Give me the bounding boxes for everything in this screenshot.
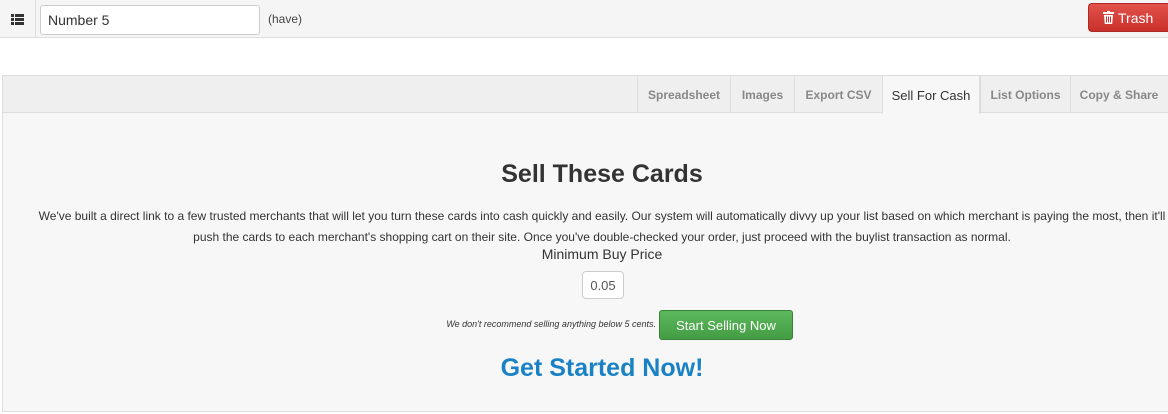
sell-description-line-2: push the cards to each merchant's shoppi… <box>193 230 1011 244</box>
get-started-link[interactable]: Get Started Now! <box>3 354 1168 383</box>
trash-button[interactable]: Trash <box>1088 3 1168 32</box>
list-panel: Spreadsheet Images Export CSV Sell For C… <box>2 75 1168 412</box>
start-selling-button[interactable]: Start Selling Now <box>659 310 793 340</box>
list-toggle-button[interactable] <box>0 0 36 38</box>
tab-bar: Spreadsheet Images Export CSV Sell For C… <box>3 76 1168 114</box>
list-name-input[interactable] <box>40 5 260 35</box>
tab-spreadsheet[interactable]: Spreadsheet <box>637 76 730 113</box>
minimum-price-note: We don't recommend selling anything belo… <box>446 319 656 329</box>
tab-sell-for-cash[interactable]: Sell For Cash <box>882 76 980 114</box>
minimum-buy-price-label: Minimum Buy Price <box>541 246 663 262</box>
top-toolbar: (have) Trash <box>0 0 1168 38</box>
tab-list-options[interactable]: List Options <box>980 76 1070 113</box>
list-icon <box>11 13 24 25</box>
trash-button-label: Trash <box>1118 9 1154 26</box>
sell-description-line-1: We've built a direct link to a few trust… <box>38 209 1166 223</box>
sell-description: We've built a direct link to a few trust… <box>3 206 1168 248</box>
trash-icon <box>1103 11 1114 24</box>
tab-copy-share[interactable]: Copy & Share <box>1070 76 1167 113</box>
tab-export-csv[interactable]: Export CSV <box>794 76 882 113</box>
tab-images[interactable]: Images <box>730 76 794 113</box>
list-type-label: (have) <box>268 12 303 26</box>
page-title: Sell These Cards <box>501 160 703 188</box>
minimum-buy-price-input[interactable] <box>582 271 624 299</box>
